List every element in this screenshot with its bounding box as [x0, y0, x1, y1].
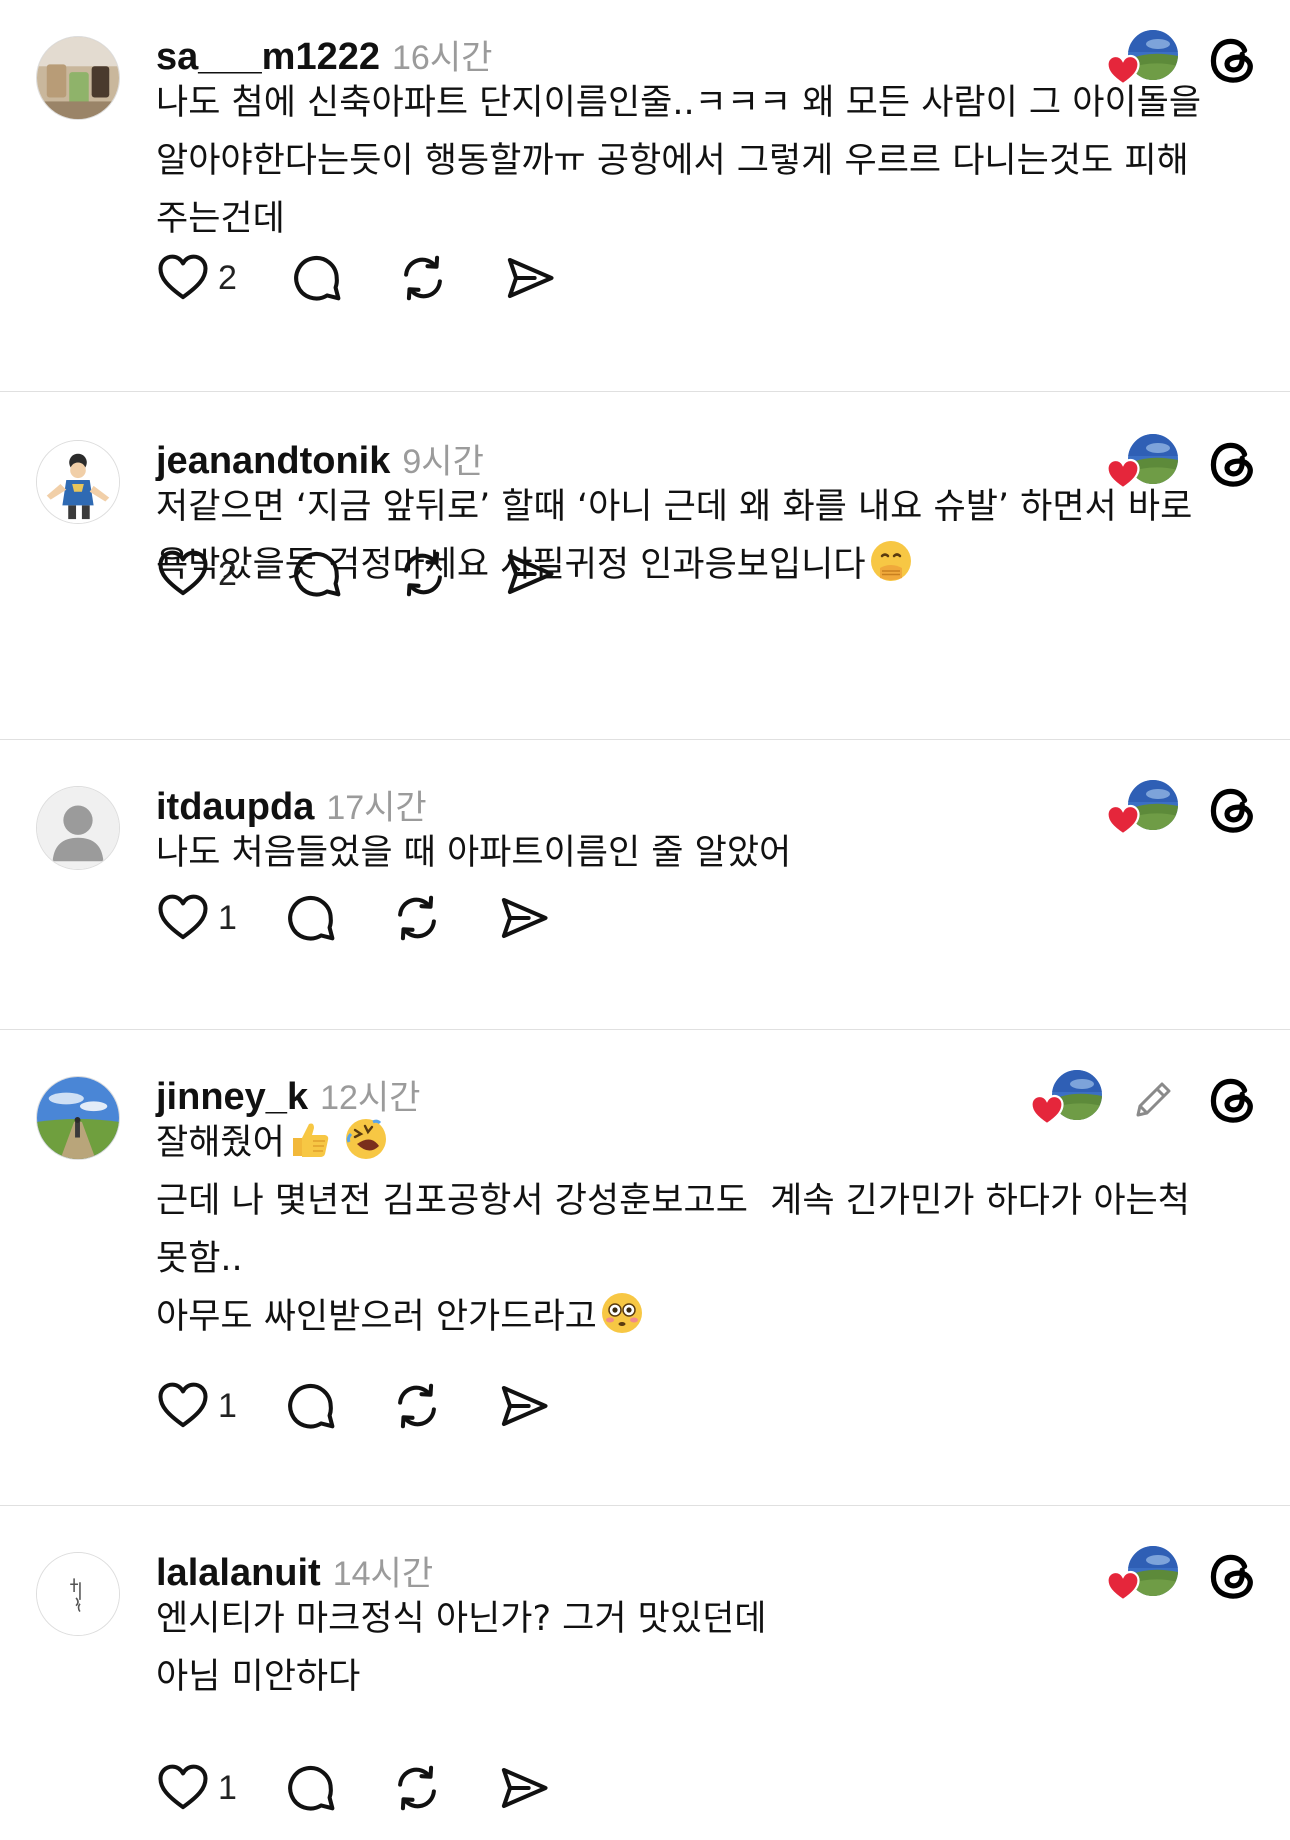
- post-text-line: 주는건데: [156, 199, 285, 239]
- repost-button[interactable]: [390, 1761, 496, 1815]
- post-text-line: 못함..: [156, 1239, 243, 1279]
- share-send-icon: [502, 251, 556, 305]
- reply-bubble-icon: [284, 891, 338, 945]
- heart-outline-icon: [156, 547, 210, 601]
- repost-button[interactable]: [390, 1379, 496, 1433]
- like-button[interactable]: 1: [156, 1761, 284, 1815]
- reply-bubble-icon: [290, 251, 344, 305]
- thumbs-up-emoji: [287, 1116, 333, 1162]
- repost-icon: [390, 1761, 444, 1815]
- repost-icon: [390, 1379, 444, 1433]
- post-header: jeanandtonik 9시간: [156, 434, 484, 484]
- rolling-laughing-emoji: [343, 1116, 389, 1162]
- repost-button[interactable]: [396, 251, 502, 305]
- reply-button[interactable]: [284, 1379, 390, 1433]
- share-button[interactable]: [496, 891, 550, 945]
- like-count: 2: [218, 258, 237, 297]
- reply-button[interactable]: [284, 891, 390, 945]
- share-send-icon: [496, 1761, 550, 1815]
- post-text-line: 근데 나 몇년전 김포공항서 강성훈보고도 계속 긴가민가 하다가 아는척: [156, 1181, 1190, 1221]
- like-count: 1: [218, 898, 237, 937]
- username[interactable]: jeanandtonik: [156, 440, 390, 483]
- like-button[interactable]: 1: [156, 891, 284, 945]
- divider: [0, 1029, 1290, 1030]
- avatar[interactable]: [36, 36, 120, 120]
- repost-icon: [390, 891, 444, 945]
- repost-icon: [396, 251, 450, 305]
- heart-outline-icon: [156, 251, 210, 305]
- like-button[interactable]: 2: [156, 251, 290, 305]
- post-header: itdaupda 17시간: [156, 780, 427, 830]
- avatar[interactable]: [36, 1552, 120, 1636]
- action-bar: 2: [156, 544, 556, 604]
- post-text-line: 나도 처음들었을 때 아파트이름인 줄 알았어: [156, 833, 792, 873]
- post-text-line: 엔시티가 마크정식 아닌가? 그거 맛있던데: [156, 1599, 767, 1639]
- share-button[interactable]: [502, 547, 556, 601]
- post-text-line: 아님 미안하다: [156, 1657, 361, 1697]
- divider: [0, 1505, 1290, 1506]
- post-header: jinney_k 12시간: [156, 1070, 420, 1120]
- action-bar: 2: [156, 248, 556, 308]
- reply-bubble-icon: [284, 1379, 338, 1433]
- post-body: 나도 첨에 신축아파트 단지이름인줄..ㅋㅋㅋ 왜 모든 사람이 그 아이돌을 …: [156, 74, 1246, 248]
- divider: [0, 391, 1290, 392]
- repost-button[interactable]: [396, 547, 502, 601]
- heart-outline-icon: [156, 1761, 210, 1815]
- post-body: 나도 처음들었을 때 아파트이름인 줄 알았어: [156, 824, 1246, 882]
- avatar[interactable]: [36, 440, 120, 524]
- post-text-line: 잘해줬어: [156, 1114, 1246, 1172]
- username[interactable]: jinney_k: [156, 1076, 308, 1119]
- face-with-hand-over-mouth-emoji: [868, 538, 914, 584]
- repost-button[interactable]: [390, 891, 496, 945]
- timestamp: 12시간: [320, 1079, 421, 1117]
- like-count: 1: [218, 1768, 237, 1807]
- reply-button[interactable]: [290, 547, 396, 601]
- timestamp: 17시간: [326, 789, 427, 827]
- share-button[interactable]: [502, 251, 556, 305]
- divider: [0, 739, 1290, 740]
- heart-outline-icon: [156, 891, 210, 945]
- post-text-fragment: 잘해줬어: [156, 1123, 285, 1163]
- username[interactable]: lalalanuit: [156, 1552, 321, 1595]
- action-bar: 1: [156, 1758, 550, 1818]
- share-button[interactable]: [496, 1379, 550, 1433]
- share-button[interactable]: [496, 1761, 550, 1815]
- post-text-line: 저같으면 ‘지금 앞뒤로’ 할때 ‘아니 근데 왜 화를 내요 슈발’ 하면서 …: [156, 487, 1193, 527]
- reply-bubble-icon: [290, 547, 344, 601]
- like-button[interactable]: 2: [156, 547, 290, 601]
- flushed-face-emoji: [599, 1290, 645, 1336]
- post-text-line: 아무도 싸인받으러 안가드라고: [156, 1288, 1246, 1346]
- like-button[interactable]: 1: [156, 1379, 284, 1433]
- timestamp: 14시간: [332, 1555, 434, 1593]
- reply-button[interactable]: [290, 251, 396, 305]
- username[interactable]: sa___m1222: [156, 36, 380, 79]
- avatar[interactable]: [36, 1076, 120, 1160]
- like-count: 2: [218, 554, 237, 593]
- post-body: 엔시티가 마크정식 아닌가? 그거 맛있던데 아님 미안하다: [156, 1590, 1246, 1706]
- share-send-icon: [502, 547, 556, 601]
- post-header: sa___m1222 16시간: [156, 30, 492, 80]
- post-body: 잘해줬어 근데 나 몇년전 김포공항서 강성훈보고도 계속 긴가민가 하다가 아…: [156, 1114, 1246, 1346]
- action-bar: 1: [156, 1376, 550, 1436]
- action-bar: 1: [156, 888, 550, 948]
- share-send-icon: [496, 891, 550, 945]
- post-text-fragment: 아무도 싸인받으러 안가드라고: [156, 1297, 597, 1337]
- repost-icon: [396, 547, 450, 601]
- heart-outline-icon: [156, 1379, 210, 1433]
- like-count: 1: [218, 1386, 237, 1425]
- post-text-line: 나도 첨에 신축아파트 단지이름인줄..ㅋㅋㅋ 왜 모든 사람이 그 아이돌을: [156, 83, 1202, 123]
- username[interactable]: itdaupda: [156, 786, 314, 829]
- timestamp: 9시간: [402, 443, 484, 481]
- post-text-line: 알아야한다는듯이 행동할까ㅠ 공항에서 그렇게 우르르 다니는것도 피해: [156, 141, 1189, 181]
- share-send-icon: [496, 1379, 550, 1433]
- post-header: lalalanuit 14시간: [156, 1546, 433, 1596]
- avatar[interactable]: [36, 786, 120, 870]
- reply-bubble-icon: [284, 1761, 338, 1815]
- timestamp: 16시간: [392, 39, 493, 77]
- reply-button[interactable]: [284, 1761, 390, 1815]
